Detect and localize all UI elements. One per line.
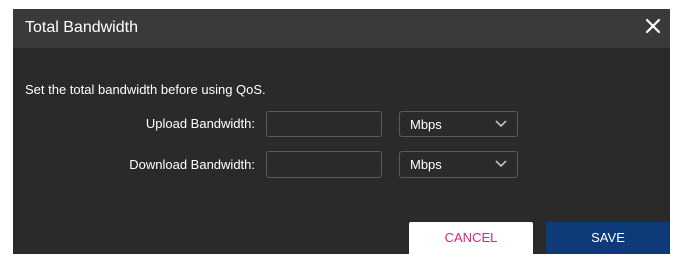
download-bandwidth-label: Download Bandwidth: bbox=[129, 157, 255, 172]
intro-text: Set the total bandwidth before using QoS… bbox=[25, 82, 266, 97]
upload-bandwidth-input[interactable] bbox=[266, 111, 382, 137]
upload-unit-value: Mbps bbox=[410, 117, 442, 132]
cancel-button[interactable]: CANCEL bbox=[409, 222, 533, 254]
save-button[interactable]: SAVE bbox=[546, 222, 670, 254]
upload-unit-select[interactable]: Mbps bbox=[399, 111, 518, 137]
dialog-header: Total Bandwidth bbox=[13, 9, 670, 48]
download-unit-select[interactable]: Mbps bbox=[399, 151, 518, 178]
download-bandwidth-input[interactable] bbox=[266, 151, 382, 178]
chevron-down-icon bbox=[495, 120, 507, 128]
close-icon bbox=[645, 18, 661, 34]
upload-bandwidth-label: Upload Bandwidth: bbox=[145, 116, 255, 131]
chevron-down-icon bbox=[495, 160, 507, 168]
total-bandwidth-dialog: Total Bandwidth Set the total bandwidth … bbox=[13, 9, 670, 254]
download-unit-value: Mbps bbox=[410, 157, 442, 172]
dialog-title: Total Bandwidth bbox=[25, 19, 138, 36]
close-button[interactable] bbox=[642, 15, 664, 37]
